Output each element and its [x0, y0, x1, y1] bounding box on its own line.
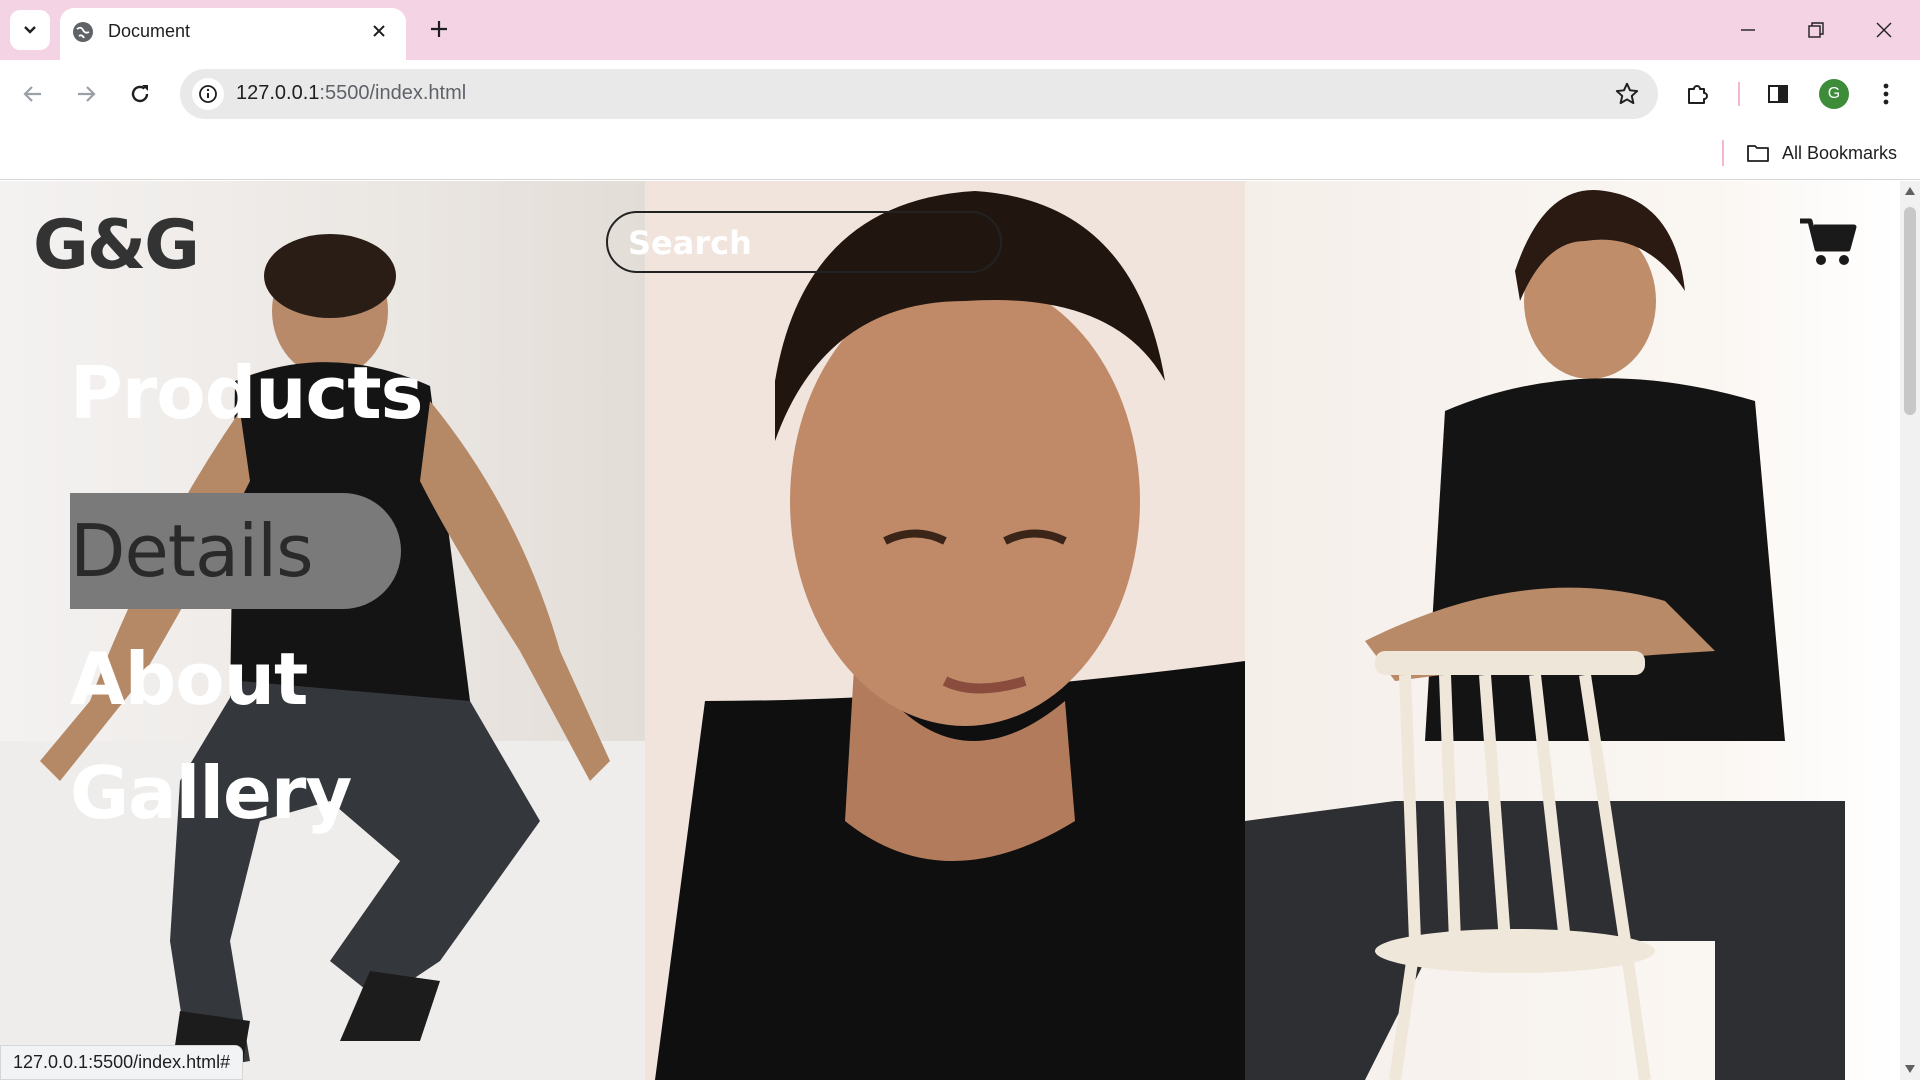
- minimize-icon: [1741, 29, 1755, 31]
- side-panel-button[interactable]: [1760, 76, 1796, 112]
- search-input[interactable]: [626, 221, 986, 265]
- page-scrollbar[interactable]: [1900, 181, 1920, 1080]
- back-button[interactable]: [13, 74, 53, 114]
- tab-document[interactable]: Document: [60, 8, 406, 60]
- scrollbar-thumb[interactable]: [1904, 207, 1916, 415]
- hero-photo-sitting-model: [0, 181, 645, 1080]
- restore-icon: [1808, 22, 1824, 38]
- menu-item-products[interactable]: Products: [70, 351, 423, 435]
- cart-icon[interactable]: [1798, 215, 1858, 267]
- site-search-box[interactable]: [606, 211, 1002, 273]
- site-logo[interactable]: G&G: [33, 206, 200, 285]
- chair-model-illustration: [1245, 190, 1845, 1080]
- chrome-menu-button[interactable]: [1868, 76, 1904, 112]
- menu-item-details[interactable]: Details: [70, 493, 401, 609]
- close-tab-button[interactable]: [366, 18, 392, 44]
- hero-photo-portrait: [645, 181, 1245, 1080]
- menu-item-gallery[interactable]: Gallery: [70, 751, 352, 835]
- link-status-bubble: 127.0.0.1:5500/index.html#: [0, 1045, 244, 1080]
- chevron-down-icon: [24, 26, 36, 34]
- plus-icon: [431, 21, 447, 37]
- all-bookmarks-button[interactable]: All Bookmarks: [1746, 138, 1897, 168]
- tab-title: Document: [108, 21, 191, 41]
- scroll-down-arrow-icon[interactable]: [1905, 1065, 1915, 1073]
- new-tab-button[interactable]: [424, 14, 454, 44]
- sitting-model-illustration: [0, 234, 645, 1080]
- extensions-button[interactable]: [1680, 76, 1716, 112]
- window-close-icon: [1876, 22, 1892, 38]
- folder-icon: [1747, 145, 1769, 162]
- url-path: :5500/index.html: [319, 82, 467, 104]
- side-panel-icon: [1768, 85, 1788, 103]
- profile-avatar[interactable]: G: [1819, 79, 1849, 109]
- browser-toolbar: 127.0.0.1:5500/index.html: [0, 60, 1920, 128]
- restore-button[interactable]: [1794, 8, 1838, 52]
- window-close-button[interactable]: [1862, 8, 1906, 52]
- reload-icon: [131, 85, 149, 103]
- address-bar[interactable]: 127.0.0.1:5500/index.html: [180, 69, 1658, 119]
- info-icon: [199, 85, 217, 103]
- close-icon: [373, 25, 385, 37]
- page-viewport: G&G Products Details About Gallery: [0, 181, 1900, 1080]
- forward-button[interactable]: [66, 74, 106, 114]
- toolbar-divider: [1738, 82, 1740, 106]
- portrait-illustration: [645, 181, 1245, 1080]
- browser-title-bar: Document: [0, 0, 1920, 60]
- url-text[interactable]: 127.0.0.1:5500/index.html: [236, 82, 466, 105]
- kebab-menu-icon: [1883, 83, 1889, 105]
- url-host: 127.0.0.1: [236, 82, 320, 104]
- reload-button[interactable]: [120, 74, 160, 114]
- bookmarks-divider: [1722, 140, 1724, 166]
- star-icon[interactable]: [1614, 81, 1640, 107]
- forward-icon: [78, 86, 96, 102]
- site-info-button[interactable]: [192, 78, 224, 110]
- minimize-button[interactable]: [1726, 8, 1770, 52]
- back-icon: [23, 86, 41, 102]
- bookmarks-bar: All Bookmarks: [0, 128, 1920, 180]
- scroll-up-arrow-icon[interactable]: [1905, 187, 1915, 195]
- tab-search-button[interactable]: [10, 10, 50, 50]
- all-bookmarks-label: All Bookmarks: [1782, 142, 1898, 163]
- extensions-icon: [1688, 85, 1708, 104]
- hero-photo-chair-model: [1245, 181, 1900, 1080]
- globe-icon: [73, 22, 93, 42]
- menu-item-about[interactable]: About: [70, 637, 308, 721]
